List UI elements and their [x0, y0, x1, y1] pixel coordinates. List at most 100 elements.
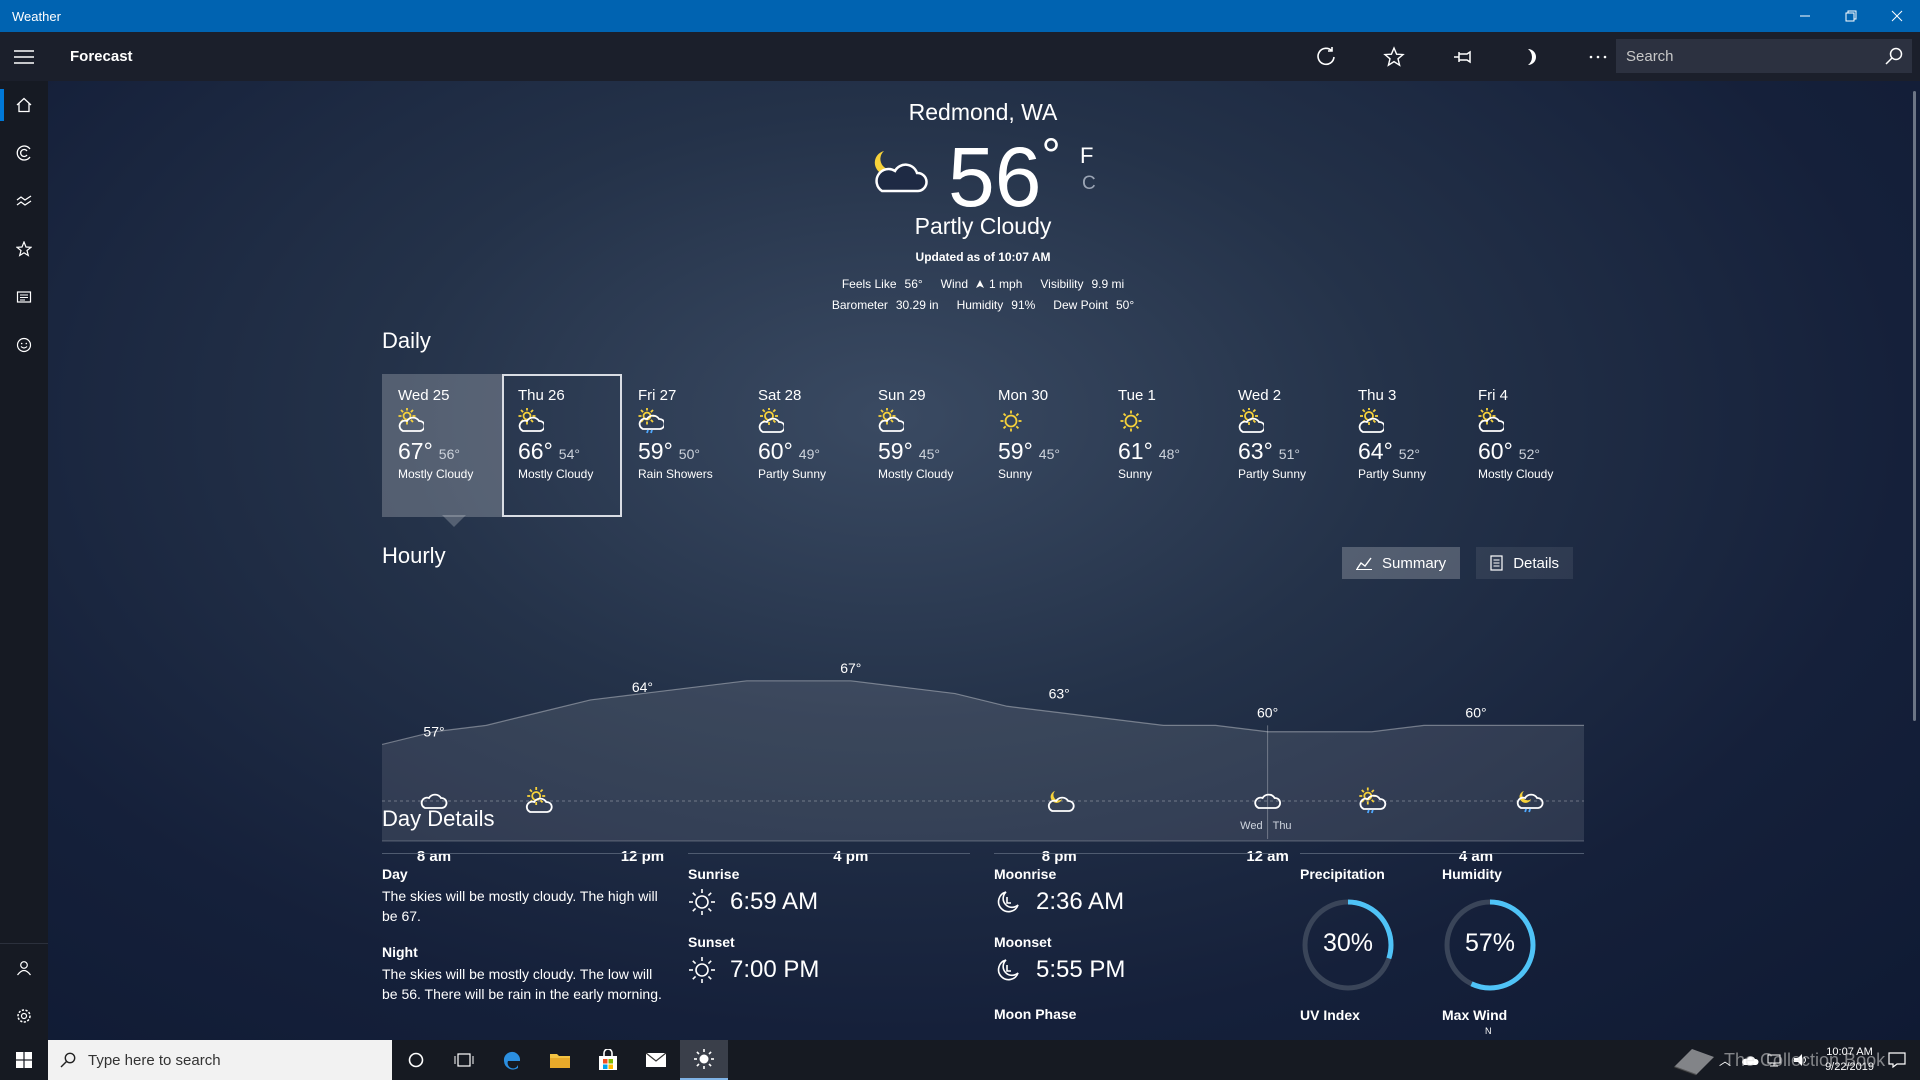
minimize-button[interactable] — [1782, 0, 1828, 32]
day-name: Wed 2 — [1238, 387, 1282, 404]
watermark-text: The Collection Book — [1724, 1049, 1886, 1070]
task-view-button[interactable] — [440, 1040, 488, 1080]
daily-card[interactable]: Tue 1 61° 48° Sunny — [1102, 374, 1222, 517]
daily-card[interactable]: Sun 29 59° 45° Mostly Cloudy — [862, 374, 982, 517]
cortana-button[interactable] — [392, 1040, 440, 1080]
forecast-main: Redmond, WA 56° F C Partly Cloudy Update… — [48, 81, 1920, 1040]
hourly-view-toggle: Summary Details — [1342, 547, 1574, 579]
day-name: Sat 28 — [758, 387, 802, 404]
nav-historical[interactable] — [0, 177, 48, 225]
weather-app[interactable] — [680, 1040, 728, 1080]
moonset-time: 5:55 PM — [1036, 956, 1126, 983]
low-temp: 45° — [918, 446, 940, 462]
scrollbar[interactable] — [1913, 91, 1916, 721]
mail-app[interactable] — [632, 1040, 680, 1080]
star-icon — [1383, 45, 1405, 67]
day-condition: Partly Sunny — [758, 467, 827, 481]
close-button[interactable] — [1874, 0, 1920, 32]
nav-account[interactable] — [0, 944, 48, 992]
file-explorer-app[interactable] — [536, 1040, 584, 1080]
edge-app[interactable] — [488, 1040, 536, 1080]
summary-button[interactable]: Summary — [1342, 547, 1461, 579]
day-condition: Sunny — [1118, 467, 1153, 481]
night-label: Night — [382, 944, 418, 960]
unit-celsius[interactable]: C — [1082, 173, 1096, 195]
daily-card[interactable]: Wed 25 67° 56° Mostly Cloudy — [382, 374, 502, 527]
search-input[interactable] — [1626, 47, 1876, 65]
nav-maps[interactable] — [0, 129, 48, 177]
theme-button[interactable] — [1496, 32, 1564, 81]
stat-dew-point: Dew Point 50° — [1053, 298, 1135, 312]
search-button[interactable] — [1876, 47, 1912, 65]
day-temps: 60° 52° — [1478, 438, 1580, 465]
store-app[interactable] — [584, 1040, 632, 1080]
daily-card[interactable]: Thu 3 64° 52° Partly Sunny — [1342, 374, 1462, 517]
app-header: Forecast — [0, 32, 1920, 81]
hourly-time-label: 8 am — [417, 848, 451, 865]
header-actions — [1292, 32, 1632, 81]
favorite-button[interactable] — [1360, 32, 1428, 81]
moonrise-label: Moonrise — [994, 866, 1057, 882]
day-night-summary: Day The skies will be mostly cloudy. The… — [382, 866, 662, 1004]
daily-card[interactable]: Fri 27 59° 50° Rain Showers — [622, 374, 742, 517]
location-name: Redmond, WA — [908, 99, 1058, 125]
nav-life[interactable] — [0, 321, 48, 369]
rain-showers-icon — [638, 407, 740, 434]
partly-sunny-icon — [1238, 407, 1340, 434]
star-list-icon — [16, 241, 32, 257]
start-button[interactable] — [0, 1040, 48, 1080]
nav-settings[interactable] — [0, 992, 48, 1040]
nav-forecast[interactable] — [0, 81, 48, 129]
low-temp: 56° — [438, 446, 460, 462]
details-button[interactable]: Details — [1476, 547, 1574, 579]
daily-card[interactable]: Wed 2 63° 51° Partly Sunny — [1222, 374, 1342, 517]
nav-places[interactable] — [0, 225, 48, 273]
low-temp: 52° — [1518, 446, 1540, 462]
high-temp: 60° — [1478, 438, 1513, 464]
mostly-cloudy-icon — [398, 407, 500, 434]
current-temperature: 56° — [948, 130, 1061, 224]
moonset-icon — [997, 959, 1019, 981]
home-icon — [16, 97, 32, 113]
daily-card[interactable]: Fri 4 60° 52° Mostly Cloudy — [1462, 374, 1582, 517]
day-condition: Rain Showers — [638, 467, 713, 481]
daily-card[interactable]: Mon 30 59° 45° Sunny — [982, 374, 1102, 517]
divider — [382, 853, 664, 854]
hourly-temp-label: 67° — [840, 660, 861, 676]
side-nav-bottom — [0, 943, 48, 1040]
document-icon — [1490, 555, 1503, 571]
taskbar-search — [48, 1040, 392, 1080]
low-temp: 51° — [1278, 446, 1300, 462]
day-split-label: Thu — [1273, 820, 1292, 832]
refresh-button[interactable] — [1292, 32, 1360, 81]
menu-button[interactable] — [0, 32, 48, 81]
night-text: The skies will be mostly cloudy. The low… — [382, 966, 662, 1002]
rain-showers-night-icon — [1516, 791, 1544, 813]
partly-sunny-icon — [758, 407, 860, 434]
hourly-temp-label: 64° — [632, 679, 653, 695]
pin-button[interactable] — [1428, 32, 1496, 81]
mostly-cloudy-icon — [878, 407, 980, 434]
notifications-icon[interactable] — [1888, 1052, 1906, 1068]
historical-chart-icon — [16, 195, 32, 206]
high-temp: 59° — [878, 438, 913, 464]
taskbar-search-input[interactable] — [88, 1051, 392, 1069]
hourly-chart: 57° 8 am 64° 12 pm 67° 4 pm 63° 8 pm 60° 12 am 60°… — [382, 660, 1584, 865]
unit-fahrenheit[interactable]: F — [1080, 143, 1093, 169]
nav-news[interactable] — [0, 273, 48, 321]
stats-row-2: Barometer 30.29 in Humidity 91% Dew Point 5… — [48, 298, 1918, 312]
day-condition: Mostly Cloudy — [398, 467, 474, 481]
day-name: Thu 3 — [1358, 387, 1397, 404]
moon-phase-label: Moon Phase — [994, 1006, 1077, 1022]
daily-card[interactable]: Sat 28 60° 49° Partly Sunny — [742, 374, 862, 517]
moonrise-row: 2:36 AM — [994, 888, 1125, 916]
day-temps: 59° 45° — [998, 438, 1100, 465]
partly-cloudy-night-icon — [1047, 791, 1075, 812]
sun-icon — [694, 1049, 714, 1069]
daily-card[interactable]: Thu 26 66° 54° Mostly Cloudy — [502, 374, 622, 517]
day-name: Wed 25 — [398, 387, 450, 404]
restore-button[interactable] — [1828, 0, 1874, 32]
search-box — [1616, 39, 1912, 73]
day-temps: 64° 52° — [1358, 438, 1460, 465]
search-icon — [60, 1052, 76, 1068]
